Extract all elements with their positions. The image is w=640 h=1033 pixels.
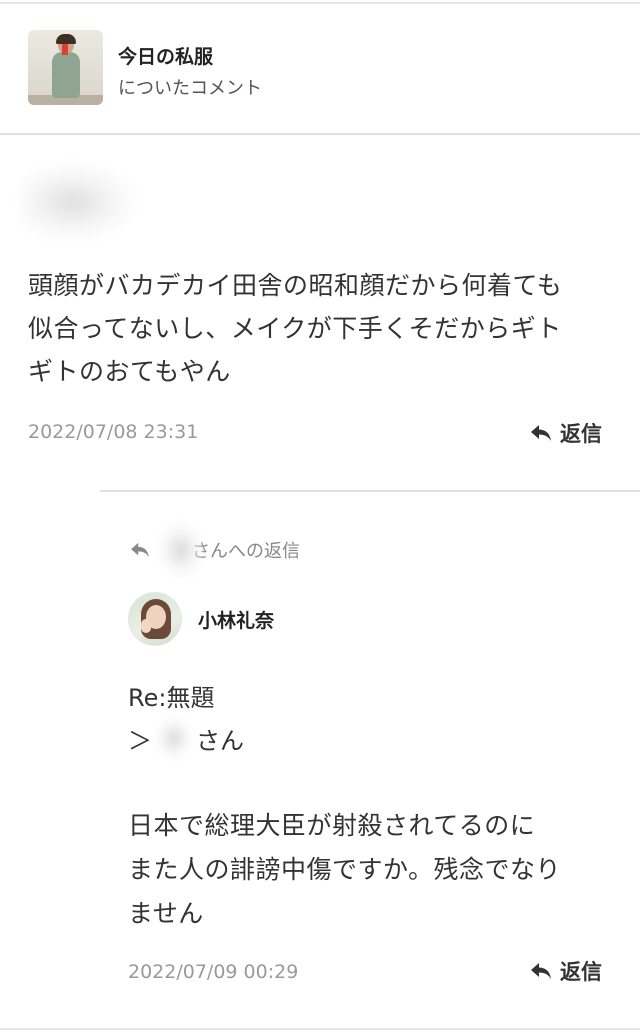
blurred-commenter-name [20,162,138,242]
reply-date: 2022/07/09 00:29 [128,961,299,983]
reply-to-indicator: さんへの返信 [130,520,300,580]
reply-divider [100,490,640,492]
reply-body: 日本で総理大臣が射殺されてるのに また人の誹謗中傷ですか。残念でなり ません [128,811,562,928]
reply-author-name[interactable]: 小林礼奈 [198,606,274,633]
user-avatar[interactable] [128,592,182,646]
reply-arrow-icon [531,425,551,441]
reply-button-label: 返信 [560,422,602,446]
comment-date: 2022/07/08 23:31 [28,421,199,443]
comment-text: 頭顔がバカデカイ田舎の昭和顔だから何着ても 似合ってないし、メイクが下手くそだか… [28,271,563,386]
bottom-divider [0,1028,640,1030]
reply-to-label: さんへの返信 [192,541,300,562]
post-header[interactable]: 今日の私服 についたコメント [0,4,640,133]
reply-author[interactable]: 小林礼奈 [128,592,274,646]
mention-prefix: ＞ [128,726,152,755]
reply-arrow-icon [131,542,149,558]
post-subtitle: についたコメント [118,78,262,99]
blurred-reply-target-name [156,520,206,580]
post-title[interactable]: 今日の私服 [118,42,213,69]
reply-reply-button[interactable]: 返信 [530,957,602,985]
post-thumbnail[interactable] [28,30,103,105]
mention-suffix: さん [196,726,244,755]
header-divider [0,133,640,135]
comment-reply-button[interactable]: 返信 [530,419,602,447]
reply-subject: Re:無題 [128,684,215,712]
reply-button-label: 返信 [560,960,602,984]
reply-arrow-icon [531,963,551,979]
blurred-mention-name [154,715,194,761]
reply-mention: ＞ さん [128,715,244,761]
